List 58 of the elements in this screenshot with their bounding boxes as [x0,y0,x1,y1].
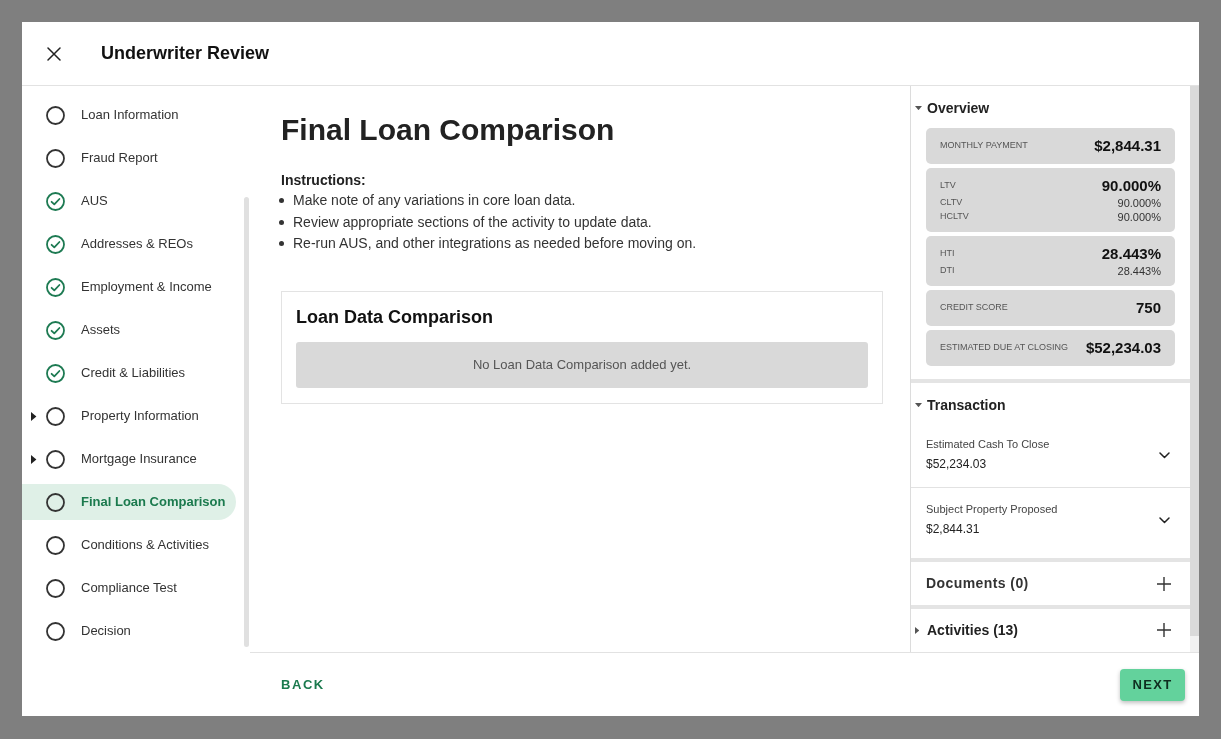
metric-label: MONTHLY PAYMENT [940,139,1028,153]
metric-value: 90.000% [1117,195,1161,211]
step-item[interactable]: Assets [22,312,236,348]
item-label: Estimated Cash To Close [926,437,1050,452]
item-label: Subject Property Proposed [926,502,1058,517]
card-title: Loan Data Comparison [296,305,495,329]
step-item[interactable]: Compliance Test [22,570,236,606]
step-item[interactable]: Employment & Income [22,269,236,305]
section-toggle[interactable]: Transaction [911,395,1006,415]
close-button[interactable] [45,44,63,63]
metric-label: DTI [940,264,955,278]
item-value: $2,844.31 [926,521,981,538]
empty-state: No Loan Data Comparison added yet. [296,341,868,388]
step-item[interactable]: Decision [22,613,236,649]
metric-label: HTI [940,247,955,261]
metric-label: CREDIT SCORE [940,301,1008,315]
metric-value: 28.443% [1117,263,1161,279]
section-toggle[interactable]: Overview [911,98,990,118]
metric-value: $2,844.31 [1094,135,1161,156]
step-item[interactable]: Credit & Liabilities [22,355,236,391]
item-value: $52,234.03 [926,456,988,473]
chevron-down-icon[interactable] [1159,451,1170,459]
metric-value: $52,234.03 [1085,337,1161,358]
metric-value: 750 [1135,297,1161,318]
bullet-icon [279,219,284,225]
metric-label: HCLTV [940,210,969,224]
step-item[interactable]: Property Information [22,398,236,434]
bullet-icon [279,241,284,247]
close-icon [47,46,61,61]
metric-value: 90.000% [1117,209,1161,225]
metric-value: 28.443% [1101,243,1161,264]
step-item[interactable]: Addresses & REOs [22,226,236,262]
instructions-label: Instructions: [281,171,367,190]
chevron-down-icon[interactable] [1159,516,1170,524]
metric-label: CLTV [940,196,963,210]
step-item[interactable]: Fraud Report [22,140,236,176]
scrollbar-thumb[interactable] [1190,86,1199,636]
dialog-title: Underwriter Review [101,42,270,65]
step-item[interactable]: Final Loan Comparison [22,484,236,520]
back-button[interactable]: BACK [281,674,325,695]
step-item[interactable]: AUS [22,183,236,219]
plus-icon[interactable] [1157,623,1171,637]
instruction-text: Re-run AUS, and other integrations as needed before moving on. [293,234,697,253]
section-title: Documents (0) [926,574,1029,593]
metric-value: 90.000% [1101,175,1161,196]
metric-label: ESTIMATED DUE AT CLOSING [940,341,1069,355]
scrollbar-thumb[interactable] [244,197,249,647]
instruction-text: Review appropriate sections of the activity to update data. [293,212,652,232]
step-item[interactable]: Mortgage Insurance [22,441,236,477]
step-item[interactable]: Loan Information [22,97,236,133]
bullet-icon [279,198,284,204]
plus-icon[interactable] [1157,576,1171,591]
step-item[interactable]: Conditions & Activities [22,527,236,563]
page-title: Final Loan Comparison [281,112,616,148]
metric-label: LTV [940,179,956,193]
next-button[interactable]: NEXT [1120,668,1185,701]
section-toggle[interactable]: Activities (13) [915,619,1019,641]
instruction-text: Make note of any variations in core loan data. [293,191,576,210]
